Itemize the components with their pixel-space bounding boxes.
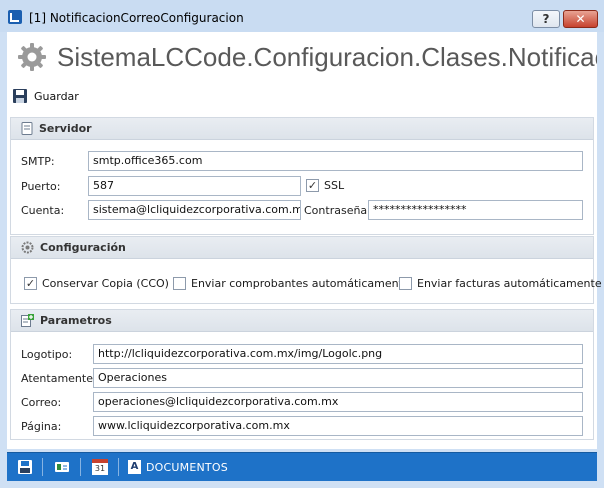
configuracion-header[interactable]: Configuración: [11, 237, 593, 259]
status-bar: 31 A DOCUMENTOS: [7, 452, 597, 481]
form-header: SistemaLCCode.Configuracion.Clases.Notif…: [7, 32, 597, 82]
servidor-header[interactable]: Servidor: [11, 118, 593, 140]
calendar-icon: 31: [92, 459, 108, 475]
documentos-label: DOCUMENTOS: [146, 460, 228, 474]
cco-checkbox[interactable]: Conservar Copia (CCO): [24, 277, 169, 290]
documentos-button[interactable]: A DOCUMENTOS: [128, 459, 228, 475]
smtp-input[interactable]: smtp.office365.com: [88, 151, 583, 171]
form-client-area: SistemaLCCode.Configuracion.Clases.Notif…: [7, 32, 602, 449]
cco-check-box[interactable]: [24, 277, 37, 290]
floppy-button[interactable]: [17, 459, 33, 475]
help-icon: ?: [542, 12, 550, 26]
parametros-title: Parametros: [40, 314, 112, 327]
status-separator: [42, 458, 43, 476]
calendar-day: 31: [94, 464, 106, 473]
id-card-icon: [55, 462, 69, 472]
window-title: [1] NotificacionCorreoConfiguracion: [29, 11, 244, 25]
password-input[interactable]: *****************: [368, 200, 583, 220]
save-button[interactable]: Guardar: [12, 88, 79, 104]
status-separator: [80, 458, 81, 476]
parametros-header[interactable]: Parametros: [11, 310, 593, 332]
ssl-checkbox[interactable]: SSL: [306, 179, 344, 192]
pagina-input[interactable]: www.lcliquidezcorporativa.com.mx: [93, 416, 583, 436]
facturas-label: Enviar facturas automáticamente: [417, 277, 602, 290]
server-icon: [21, 122, 33, 135]
cco-label: Conservar Copia (CCO): [42, 277, 169, 290]
logotipo-label: Logotipo:: [21, 348, 73, 361]
configuracion-group: Configuración Conservar Copia (CCO) Envi…: [10, 236, 602, 304]
atentamente-label: Atentamente:: [21, 372, 97, 385]
toolbar: Guardar: [7, 85, 597, 111]
main-window: [1] NotificacionCorreoConfiguracion ? ✕: [0, 0, 604, 488]
settings-icon: [21, 241, 34, 254]
logotipo-input[interactable]: http://lcliquidezcorporativa.com.mx/img/…: [93, 344, 583, 364]
comprobantes-check-box[interactable]: [173, 277, 186, 290]
help-button[interactable]: ?: [532, 10, 560, 28]
ssl-check-box[interactable]: [306, 179, 319, 192]
floppy-icon: [18, 460, 32, 474]
close-icon: ✕: [575, 12, 586, 26]
puerto-input[interactable]: 587: [88, 176, 301, 196]
calendar-button[interactable]: 31: [92, 459, 108, 475]
facturas-check-box[interactable]: [399, 277, 412, 290]
parametros-group: Parametros Logotipo: http://lcliquidezco…: [10, 309, 594, 440]
pagina-label: Página:: [21, 420, 62, 433]
correo-label: Correo:: [21, 396, 62, 409]
id-card-button[interactable]: [54, 459, 70, 475]
gear-icon: [18, 43, 46, 71]
save-icon: [13, 89, 27, 103]
servidor-group: Servidor SMTP: smtp.office365.com Puerto…: [10, 117, 594, 235]
password-label: Contraseña:: [304, 204, 371, 217]
status-separator: [118, 458, 119, 476]
atentamente-input[interactable]: Operaciones: [93, 368, 583, 388]
comprobantes-label: Enviar comprobantes automáticamente: [191, 277, 410, 290]
facturas-checkbox[interactable]: Enviar facturas automáticamente: [399, 277, 602, 290]
page-title: SistemaLCCode.Configuracion.Clases.Notif…: [57, 42, 597, 72]
title-bar[interactable]: [1] NotificacionCorreoConfiguracion ? ✕: [0, 0, 604, 32]
puerto-label: Puerto:: [21, 180, 61, 193]
comprobantes-checkbox[interactable]: Enviar comprobantes automáticamente: [173, 277, 410, 290]
smtp-label: SMTP:: [21, 155, 55, 168]
servidor-title: Servidor: [39, 122, 92, 135]
correo-input[interactable]: operaciones@lcliquidezcorporativa.com.mx: [93, 392, 583, 412]
documents-icon: A: [128, 460, 141, 474]
save-label: Guardar: [34, 89, 79, 103]
configuracion-title: Configuración: [40, 241, 126, 254]
app-icon: [8, 10, 22, 24]
cuenta-label: Cuenta:: [21, 204, 65, 217]
add-params-icon: [21, 314, 34, 327]
ssl-label: SSL: [324, 179, 345, 192]
close-button[interactable]: ✕: [563, 10, 598, 28]
cuenta-input[interactable]: sistema@lcliquidezcorporativa.com.mx: [88, 200, 301, 220]
